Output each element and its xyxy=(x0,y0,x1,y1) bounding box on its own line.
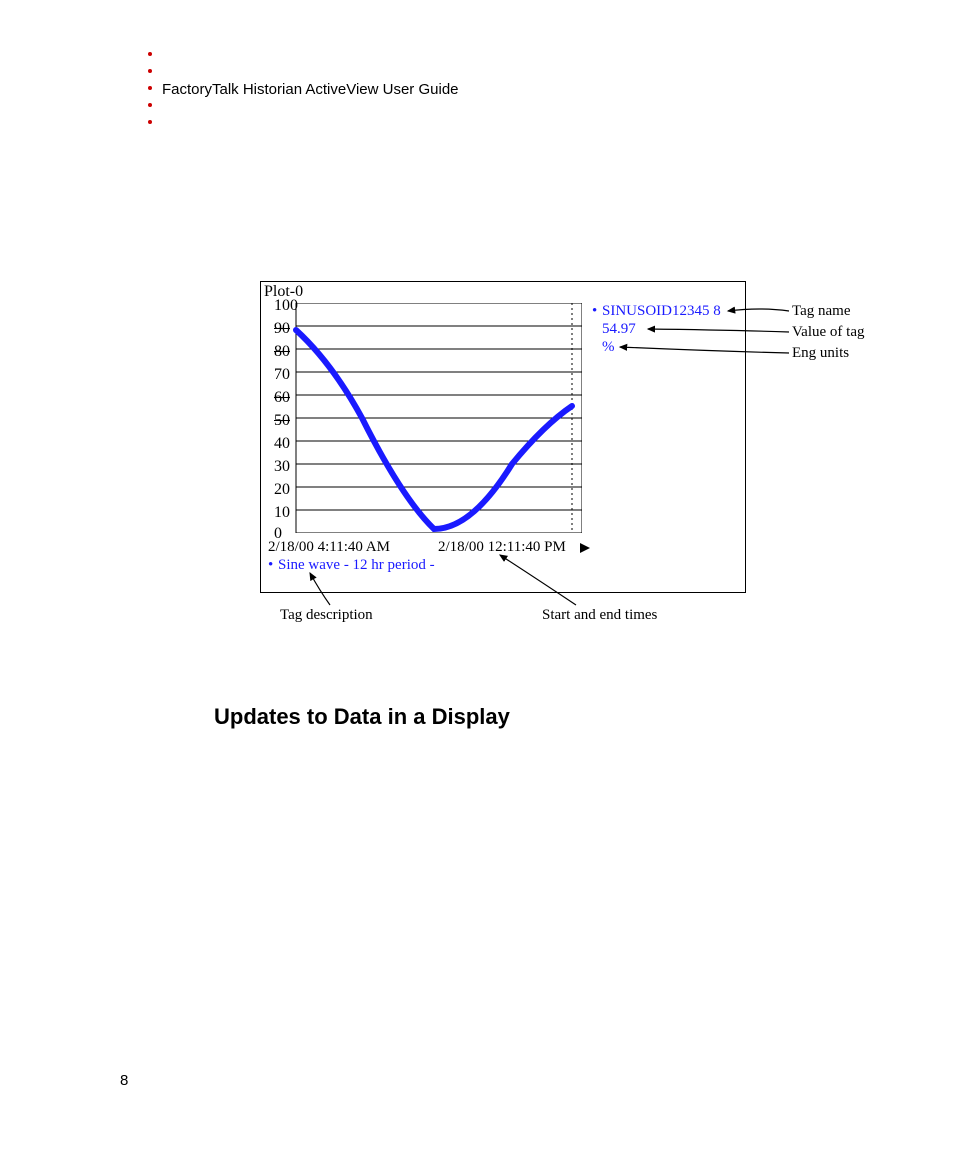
plot-svg xyxy=(272,303,582,533)
decorative-dot xyxy=(148,52,152,56)
decorative-dot xyxy=(148,86,152,90)
document-header-title: FactoryTalk Historian ActiveView User Gu… xyxy=(162,81,459,98)
x-axis-start-time: 2/18/00 4:11:40 AM xyxy=(268,539,390,556)
plot-figure: Plot-0 100 90 80 xyxy=(260,281,874,641)
callout-units-label: Eng units xyxy=(792,345,849,362)
y-tick-50: 50 xyxy=(274,412,290,430)
y-tick-80: 80 xyxy=(274,343,290,361)
tag-description-bullet: • xyxy=(268,557,273,574)
y-tick-40: 40 xyxy=(274,435,290,453)
legend-tag-name: SINUSOID12345 8 xyxy=(602,303,721,320)
y-tick-100: 100 xyxy=(274,297,298,315)
section-heading: Updates to Data in a Display xyxy=(214,704,510,730)
callout-times-label: Start and end times xyxy=(542,607,657,624)
plot-area xyxy=(272,303,582,533)
page-number: 8 xyxy=(120,1072,128,1089)
callout-value-label: Value of tag xyxy=(792,324,864,341)
y-tick-10: 10 xyxy=(274,504,290,522)
x-axis-end-time: 2/18/00 12:11:40 PM xyxy=(438,539,566,556)
callout-tag-name-label: Tag name xyxy=(792,303,851,320)
legend-tag-units: % xyxy=(602,339,615,356)
y-tick-90: 90 xyxy=(274,320,290,338)
tag-description-text: Sine wave - 12 hr period - xyxy=(278,557,435,574)
decorative-dot xyxy=(148,120,152,124)
y-tick-70: 70 xyxy=(274,366,290,384)
decorative-dot xyxy=(148,103,152,107)
y-tick-60: 60 xyxy=(274,389,290,407)
legend-bullet: • xyxy=(592,303,597,320)
y-tick-30: 30 xyxy=(274,458,290,476)
play-forward-icon xyxy=(578,541,592,555)
callout-desc-label: Tag description xyxy=(280,607,373,624)
y-tick-20: 20 xyxy=(274,481,290,499)
legend-tag-value: 54.97 xyxy=(602,321,636,338)
decorative-dot xyxy=(148,69,152,73)
